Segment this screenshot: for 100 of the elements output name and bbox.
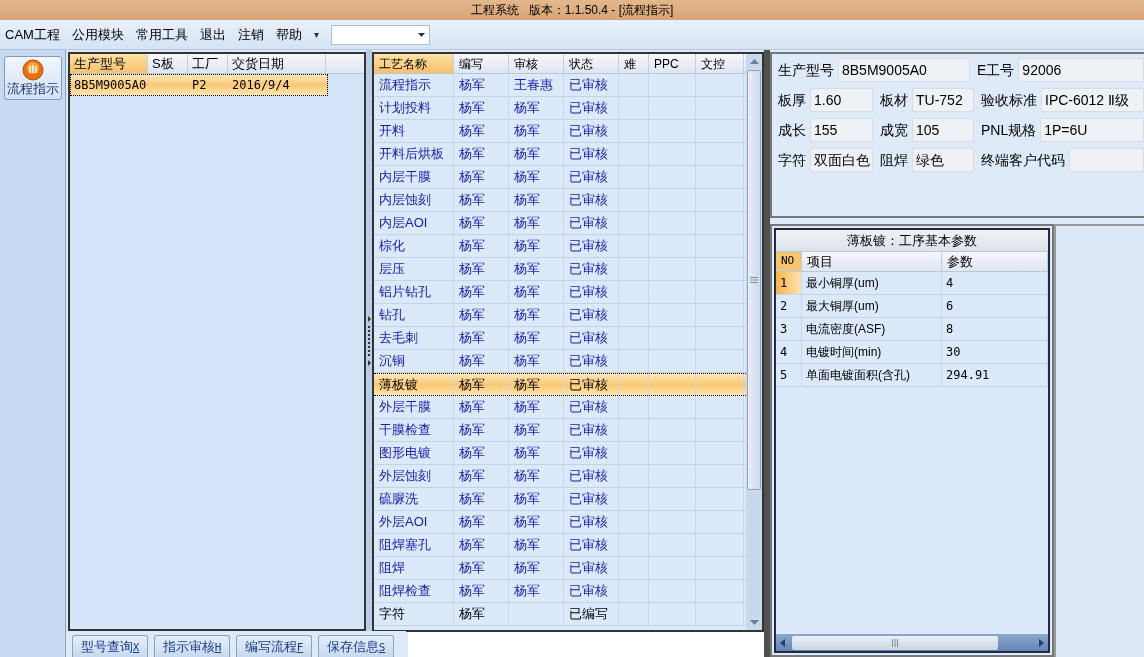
column-header[interactable]: 状态 [564, 54, 619, 73]
menu-item[interactable]: 注销 [237, 24, 264, 45]
column-header[interactable]: PPC [649, 54, 696, 73]
table-row[interactable]: 阻焊检查 杨军 杨军 已审核 [374, 580, 746, 603]
scrollbar-thumb[interactable] [792, 635, 998, 650]
table-cell: 294.91 [942, 364, 1048, 386]
table-cell-text: 已审核 [569, 536, 608, 555]
table-cell-text: 已审核 [569, 214, 608, 233]
toolbar-button[interactable]: 指示审核H [154, 635, 230, 657]
table-cell[interactable]: 2 [776, 295, 802, 317]
table-cell[interactable]: 5 [776, 364, 802, 386]
table-cell-text: 已审核 [569, 582, 608, 601]
table-row[interactable]: 外层干膜 杨军 杨军 已审核 [374, 396, 746, 419]
input-field[interactable]: 155 [810, 118, 873, 142]
combo-box[interactable] [330, 24, 430, 45]
column-header[interactable]: 工厂 [188, 54, 228, 73]
column-header[interactable]: 难 [619, 54, 649, 73]
table-cell-text: 杨军 [459, 145, 485, 164]
table-cell-text: 流程指示 [379, 76, 431, 95]
field-label: 成长 [778, 120, 806, 140]
column-header[interactable]: 工艺名称 [374, 54, 454, 73]
toolbar-button[interactable]: 保存信息S [318, 635, 394, 657]
menu-item[interactable]: 公用模块 [71, 24, 124, 45]
table-row[interactable]: 硫脲洗 杨军 杨军 已审核 [374, 488, 746, 511]
table-row[interactable]: 内层蚀刻 杨军 杨军 已审核 [374, 189, 746, 212]
table-cell[interactable]: 4 [776, 341, 802, 363]
table-row[interactable]: 计划投料 杨军 杨军 已审核 [374, 97, 746, 120]
table-row[interactable]: 流程指示 杨军 王春惠 已审核 [374, 74, 746, 97]
input-field[interactable]: 绿色 [912, 148, 974, 172]
menu-item[interactable]: CAM工程 [5, 24, 60, 45]
table-row[interactable]: 薄板镀 杨军 杨军 已审核 [374, 373, 746, 396]
table-cell-text: 杨军 [459, 76, 485, 95]
column-header[interactable]: 生产型号 [70, 54, 148, 73]
table-cell-text: 杨军 [459, 490, 485, 509]
table-row[interactable]: 开料后烘板 杨军 杨军 已审核 [374, 143, 746, 166]
toolbar-button[interactable]: 型号查询X [72, 635, 148, 657]
table-cell: 8 [942, 318, 1048, 340]
table-row[interactable]: 棕化 杨军 杨军 已审核 [374, 235, 746, 258]
table-row[interactable]: 钻孔 杨军 杨军 已审核 [374, 304, 746, 327]
table-row[interactable]: 8B5M9005A0 P2 2016/9/4 [70, 74, 328, 96]
toolbar-button[interactable]: 编写流程F [236, 635, 312, 657]
table-row[interactable]: 外层蚀刻 杨军 杨军 已审核 [374, 465, 746, 488]
column-header[interactable]: 编写 [454, 54, 509, 73]
input-field[interactable]: 105 [912, 118, 974, 142]
table-cell-text: 8B5M9005A0 [74, 77, 147, 94]
menu-item[interactable]: 帮助 [275, 24, 302, 45]
scroll-left-arrow-icon[interactable] [778, 637, 788, 648]
column-header[interactable]: 审核 [509, 54, 564, 73]
table-cell-text: 杨军 [514, 260, 540, 279]
input-field[interactable]: 92006 [1018, 58, 1144, 82]
table-row[interactable]: 内层干膜 杨军 杨军 已审核 [374, 166, 746, 189]
input-field[interactable]: IPC-6012 Ⅱ级 [1041, 88, 1144, 112]
table-cell-text: 内层干膜 [379, 168, 431, 187]
menu-overflow-button[interactable]: ▾ [313, 27, 319, 42]
input-field[interactable]: TU-752 [912, 88, 974, 112]
horizontal-scrollbar[interactable] [776, 634, 1048, 651]
table-cell-text: 杨军 [459, 260, 485, 279]
table-cell[interactable]: 3 [776, 318, 802, 340]
column-header[interactable]: S板 [148, 54, 188, 73]
table-cell-text: 杨军 [514, 283, 540, 302]
table-row[interactable]: 干膜检查 杨军 杨军 已审核 [374, 419, 746, 442]
table-cell-text: 杨军 [514, 168, 540, 187]
table-cell-text: 杨军 [514, 122, 540, 141]
column-header[interactable]: 文控 [696, 54, 744, 73]
input-field[interactable]: 1.60 [810, 88, 873, 112]
column-header[interactable]: 交货日期 [228, 54, 326, 73]
table-cell-text: 已审核 [569, 260, 608, 279]
table-cell-text: 已审核 [569, 490, 608, 509]
scroll-right-arrow-icon[interactable] [1036, 637, 1046, 648]
table-cell-text: 已审核 [569, 76, 608, 95]
table-row[interactable]: 去毛刺 杨军 杨军 已审核 [374, 327, 746, 350]
table-cell-text: 已审核 [569, 559, 608, 578]
table-cell-text: 已编写 [569, 605, 608, 624]
vertical-scrollbar[interactable] [746, 54, 762, 630]
table-cell-text: 阻焊检查 [379, 582, 431, 601]
table-row[interactable]: 铝片钻孔 杨军 杨军 已审核 [374, 281, 746, 304]
input-field[interactable]: 双面白色 [810, 148, 873, 172]
table-cell-text: 外层蚀刻 [379, 467, 431, 486]
scrollbar-thumb[interactable] [747, 70, 761, 490]
table-row[interactable]: 层压 杨军 杨军 已审核 [374, 258, 746, 281]
table-cell-text: 杨军 [514, 582, 540, 601]
table-cell-text: 去毛刺 [379, 329, 418, 348]
table-row[interactable]: 外层AOI 杨军 杨军 已审核 [374, 511, 746, 534]
sidebar-button[interactable]: 流程指示 [3, 56, 62, 100]
table-row[interactable]: 开料 杨军 杨军 已审核 [374, 120, 746, 143]
table-row[interactable]: 阻焊 杨军 杨军 已审核 [374, 557, 746, 580]
menu-item[interactable]: 退出 [199, 24, 226, 45]
table-row[interactable]: 字符 杨军 已编写 [374, 603, 746, 626]
window-title: 工程系统 版本：1.1.50.4 - [流程指示] [470, 2, 674, 19]
table-cell-text: 阻焊 [379, 559, 405, 578]
table-cell: 单面电镀面积(含孔) [802, 364, 942, 386]
table-row[interactable]: 图形电镀 杨军 杨军 已审核 [374, 442, 746, 465]
table-row[interactable]: 阻焊塞孔 杨军 杨军 已审核 [374, 534, 746, 557]
table-cell-text: 已审核 [569, 99, 608, 118]
table-cell-text: 已审核 [569, 329, 608, 348]
table-cell[interactable]: 1 [776, 272, 802, 294]
menu-item[interactable]: 常用工具 [135, 24, 188, 45]
table-row[interactable]: 内层AOI 杨军 杨军 已审核 [374, 212, 746, 235]
input-field[interactable]: 1P=6U [1040, 118, 1144, 142]
input-field[interactable]: 8B5M9005A0 [838, 58, 970, 82]
